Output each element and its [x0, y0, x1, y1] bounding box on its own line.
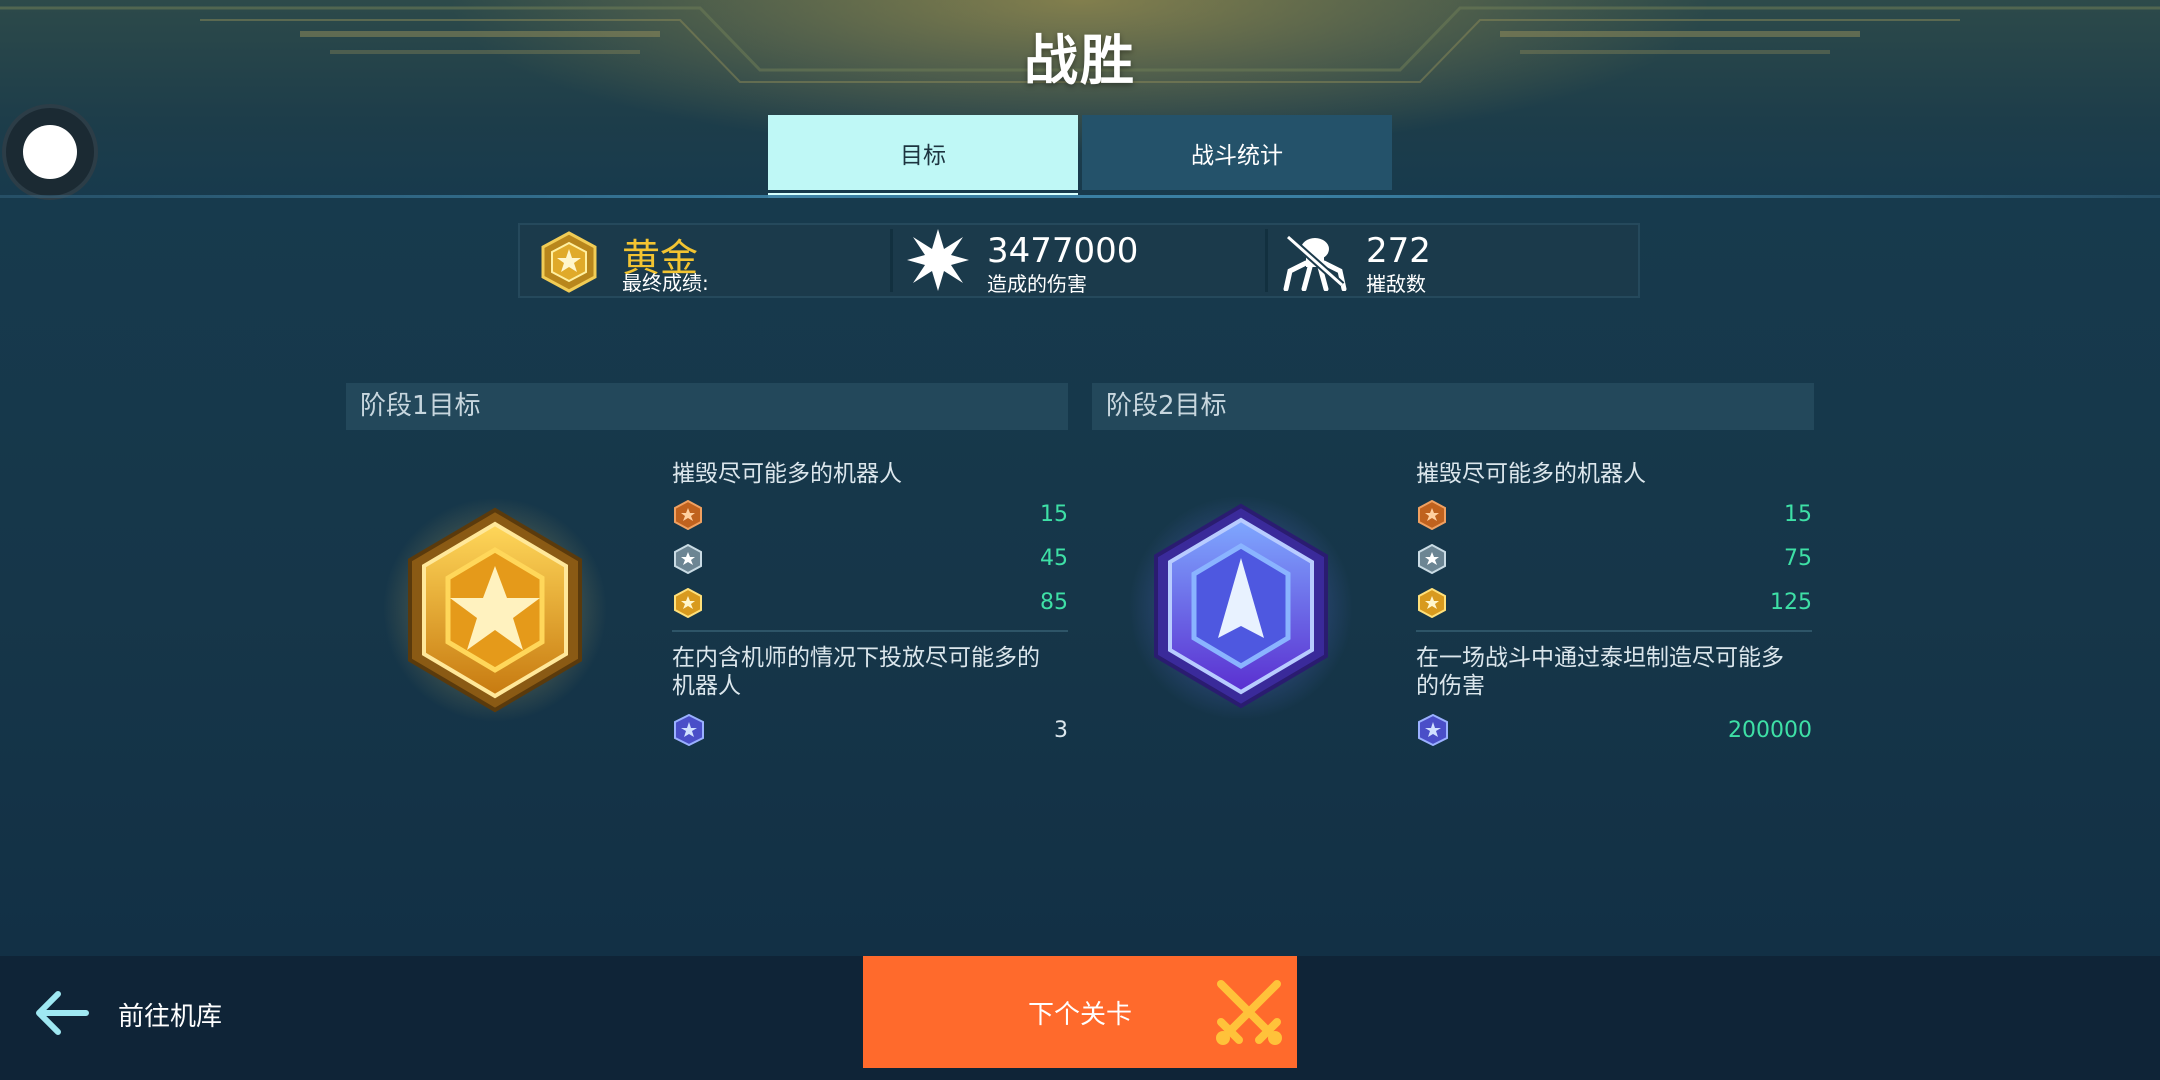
stage-2-bronze-row: 15	[1416, 496, 1812, 536]
destroyed-robot-icon	[1283, 234, 1347, 291]
stage-1-goal-2-value: 3	[1054, 718, 1068, 743]
stage-1-bronze-value: 15	[1040, 502, 1068, 527]
tab-battle-stats[interactable]: 战斗统计	[1082, 115, 1392, 190]
stage-2-goal-2-line-1: 在一场战斗中通过泰坦制造尽可能多	[1416, 645, 1784, 671]
stage-2-silver-value: 75	[1784, 546, 1812, 571]
goal-divider	[672, 630, 1068, 632]
stage-1-goal-2-line-1: 在内含机师的情况下投放尽可能多的	[672, 645, 1040, 671]
stage-1-goal-1-title: 摧毁尽可能多的机器人	[672, 461, 902, 487]
crossed-swords-icon	[1216, 980, 1282, 1045]
stage-1-header: 阶段1目标	[346, 383, 1068, 430]
stage-1-silver-value: 45	[1040, 546, 1068, 571]
stage-2-gold-value: 125	[1770, 590, 1812, 615]
gold-rank-icon	[541, 231, 597, 293]
next-level-button[interactable]: 下个关卡	[863, 956, 1297, 1068]
kills-label: 摧敌数	[1366, 272, 1426, 296]
final-grade-label: 最终成绩:	[622, 271, 709, 295]
stage-1-goal-2-row: 3	[672, 712, 1068, 752]
stage-1-gold-value: 85	[1040, 590, 1068, 615]
final-grade-stat: 黄金 最终成绩:	[520, 225, 890, 296]
kills-stat: 272 摧敌数	[1268, 225, 1638, 296]
platinum-medal-icon	[674, 714, 704, 746]
stage-2-goal-1-title: 摧毁尽可能多的机器人	[1416, 461, 1646, 487]
silver-medal-icon	[1418, 544, 1446, 574]
back-to-hangar-label: 前往机库	[118, 1002, 223, 1032]
stage-2-silver-row: 75	[1416, 540, 1812, 580]
background	[0, 0, 2160, 1080]
arrow-left-icon	[36, 991, 89, 1035]
stage-1-bronze-row: 15	[672, 496, 1068, 536]
stage-1-silver-row: 45	[672, 540, 1068, 580]
record-button[interactable]	[2, 104, 98, 200]
summary-stats-bar: 黄金 最终成绩: 3477000 造成的伤害 272 摧敌数	[518, 223, 1640, 298]
platinum-medal-large-icon	[1129, 496, 1353, 720]
stage-2-goal-2-value: 200000	[1728, 718, 1812, 743]
platinum-medal-icon	[1418, 714, 1448, 746]
gold-medal-large-icon	[383, 498, 607, 722]
back-to-hangar-button[interactable]: 前往机库	[28, 978, 268, 1048]
kills-value: 272	[1366, 231, 1431, 271]
stage-2-goal-2-line-2: 的伤害	[1416, 673, 1485, 699]
stage-2-goal-2-row: 200000	[1416, 712, 1812, 752]
stage-2-header: 阶段2目标	[1092, 383, 1814, 430]
stage-1-goal-2-line-2: 机器人	[672, 673, 741, 699]
damage-label: 造成的伤害	[987, 272, 1087, 296]
stage-2-gold-row: 125	[1416, 584, 1812, 624]
gold-medal-icon	[674, 588, 702, 618]
stage-1-gold-row: 85	[672, 584, 1068, 624]
stage-2-goal-2-title: 在一场战斗中通过泰坦制造尽可能多 的伤害	[1416, 644, 1812, 700]
silver-medal-icon	[674, 544, 702, 574]
gold-medal-icon	[1418, 588, 1446, 618]
goal-divider	[1416, 630, 1812, 632]
bronze-medal-icon	[674, 500, 702, 530]
stage-1-goal-2-title: 在内含机师的情况下投放尽可能多的 机器人	[672, 644, 1068, 700]
tab-goals[interactable]: 目标	[768, 115, 1078, 190]
header-divider	[0, 195, 2160, 198]
page-title: 战胜	[1024, 29, 1136, 92]
damage-stat: 3477000 造成的伤害	[893, 225, 1265, 296]
bronze-medal-icon	[1418, 500, 1446, 530]
stage-2-bronze-value: 15	[1784, 502, 1812, 527]
record-dot-icon	[23, 125, 77, 179]
damage-value: 3477000	[987, 231, 1139, 271]
burst-icon	[907, 229, 969, 291]
